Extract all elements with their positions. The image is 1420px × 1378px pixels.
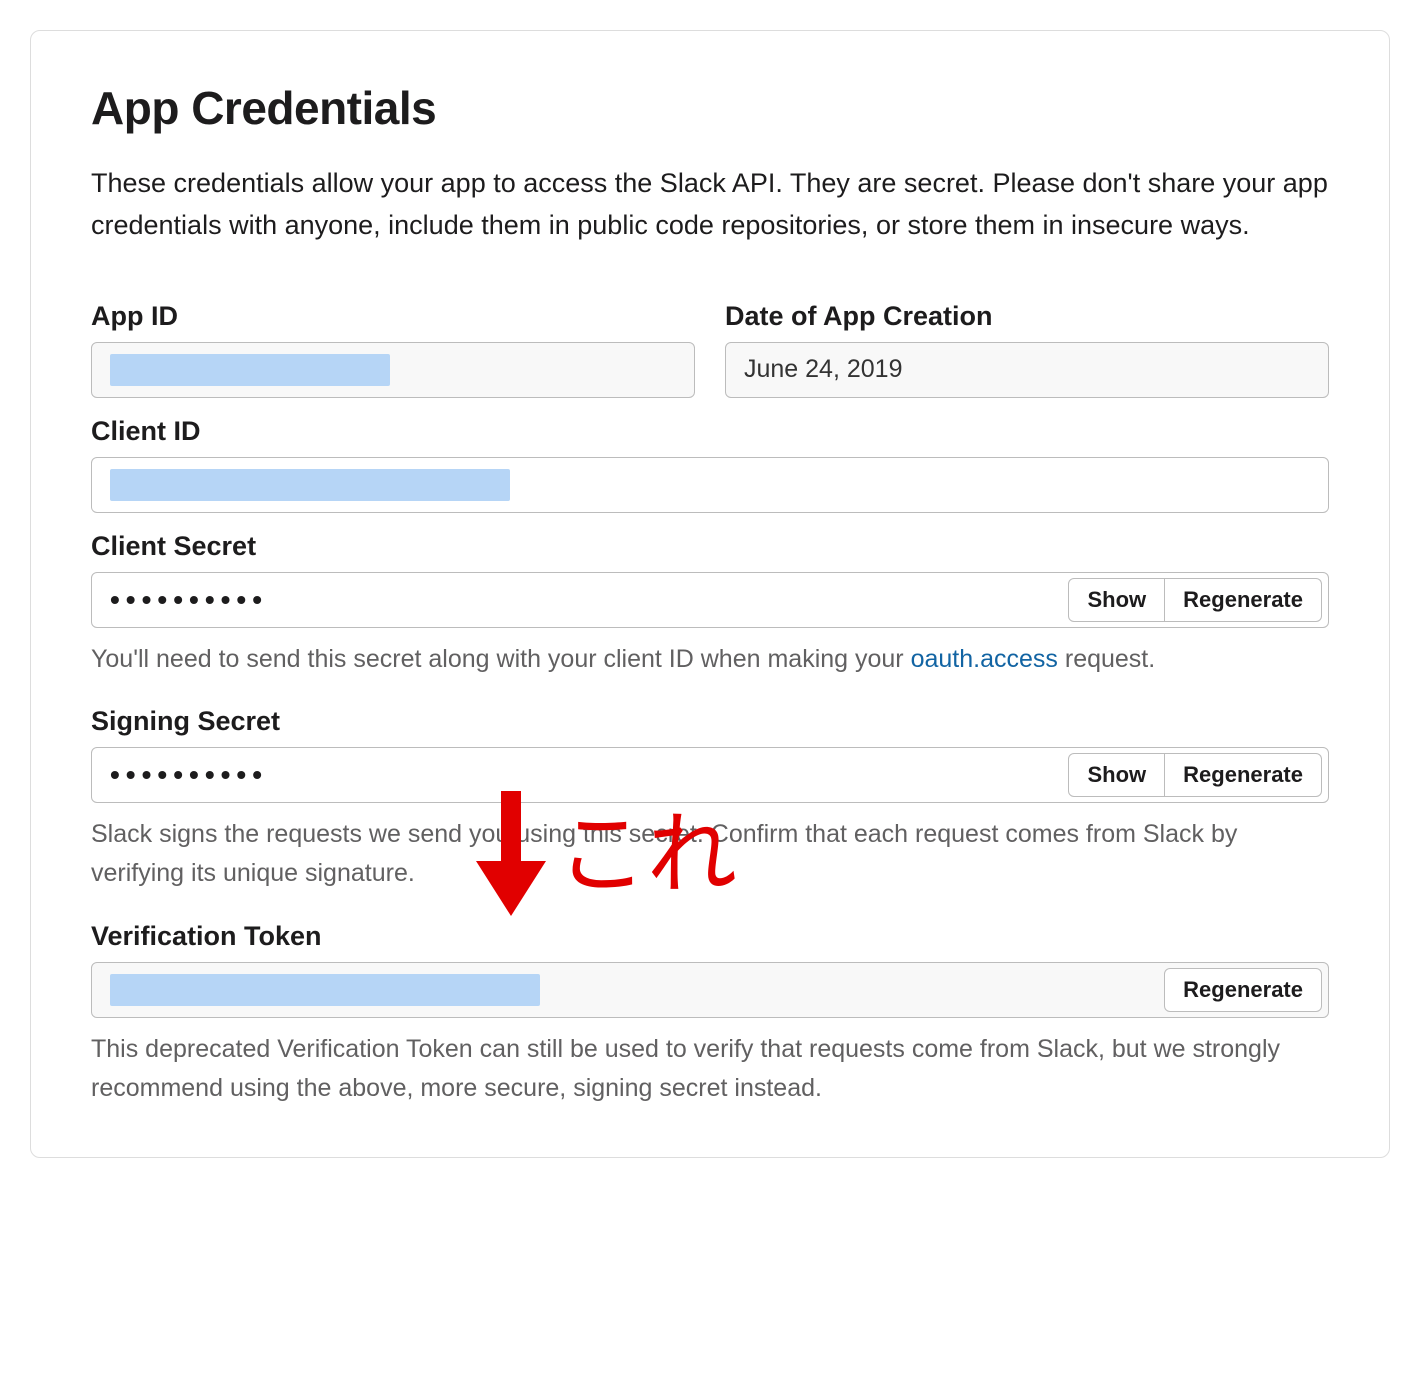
client-secret-field[interactable]: •••••••••• Show Regenerate	[91, 572, 1329, 628]
signing-secret-label: Signing Secret	[91, 706, 1329, 737]
date-created-value: June 24, 2019	[744, 355, 902, 384]
redacted-app-id	[110, 354, 390, 386]
signing-secret-regenerate-button[interactable]: Regenerate	[1165, 753, 1322, 797]
verification-token-label: Verification Token	[91, 921, 1329, 952]
client-secret-hint: You'll need to send this secret along wi…	[91, 640, 1329, 679]
verification-token-regenerate-button[interactable]: Regenerate	[1164, 968, 1322, 1012]
verification-token-hint: This deprecated Verification Token can s…	[91, 1030, 1329, 1108]
date-created-field: June 24, 2019	[725, 342, 1329, 398]
client-id-field[interactable]	[91, 457, 1329, 513]
redacted-verification-token	[110, 974, 540, 1006]
signing-secret-field[interactable]: •••••••••• Show Regenerate	[91, 747, 1329, 803]
credentials-card: App Credentials These credentials allow …	[30, 30, 1390, 1158]
redacted-client-id	[110, 469, 510, 501]
client-secret-masked: ••••••••••	[110, 584, 268, 616]
verification-token-field[interactable]: Regenerate	[91, 962, 1329, 1018]
client-secret-show-button[interactable]: Show	[1068, 578, 1165, 622]
date-created-label: Date of App Creation	[725, 301, 1329, 332]
signing-secret-show-button[interactable]: Show	[1068, 753, 1165, 797]
oauth-access-link[interactable]: oauth.access	[911, 645, 1058, 673]
signing-secret-masked: ••••••••••	[110, 759, 268, 791]
client-secret-regenerate-button[interactable]: Regenerate	[1165, 578, 1322, 622]
signing-secret-hint: Slack signs the requests we send you usi…	[91, 815, 1329, 893]
page-title: App Credentials	[91, 81, 1329, 135]
client-id-label: Client ID	[91, 416, 1329, 447]
intro-text: These credentials allow your app to acce…	[91, 163, 1329, 247]
client-secret-label: Client Secret	[91, 531, 1329, 562]
app-id-field[interactable]	[91, 342, 695, 398]
app-id-label: App ID	[91, 301, 695, 332]
